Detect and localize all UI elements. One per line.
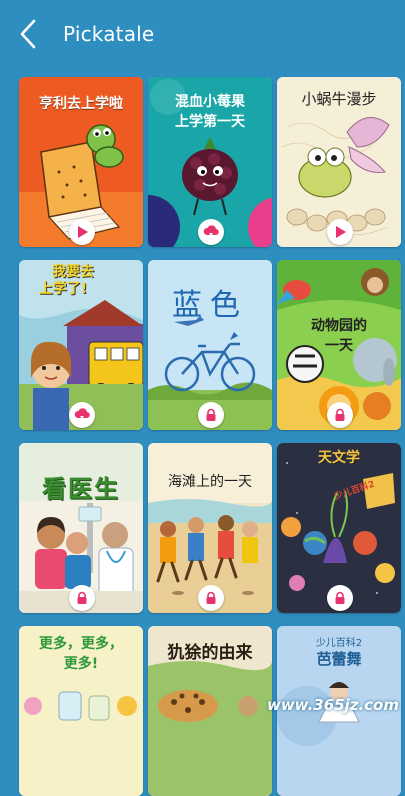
play-badge[interactable] [69,219,95,245]
book-title: 蓝色 [172,288,248,323]
play-icon [78,226,88,238]
watermark-text: www.365jz.com [266,696,399,714]
book-card[interactable]: 我要去 上学了! [19,260,143,430]
book-card[interactable]: 天文学 少儿百科2 [277,443,401,613]
book-title-line: 更多! [63,656,99,672]
book-title: 海滩上的一天 [168,474,252,490]
lock-icon [77,591,87,604]
book-subtitle: 少儿百科2 [315,638,363,649]
book-title: 犰狳的由来 [167,643,253,663]
book-card[interactable]: 看医生 [19,443,143,613]
book-card[interactable]: 海滩上的一天 [148,443,272,613]
book-title-line: 动物园的 [311,318,367,334]
lock-icon [206,408,216,421]
book-title: 更多，更多， 更多! [19,634,143,674]
book-card[interactable]: 更多，更多， 更多! [19,626,143,796]
book-title-line: 我要去 [52,264,94,280]
book-title: 看医生 [42,475,120,503]
play-badge[interactable] [327,219,353,245]
book-card[interactable]: 小蜗牛漫步 [277,77,401,247]
cloud-download-icon [203,225,219,236]
download-badge[interactable] [198,219,224,245]
lock-icon [335,591,345,604]
book-card[interactable]: 动物园的 一天 [277,260,401,430]
book-title: 天文学 [318,450,360,466]
book-title: 动物园的 一天 [277,316,401,356]
play-icon [336,226,346,238]
lock-badge[interactable] [327,585,353,611]
book-title-line: 一天 [325,338,353,354]
book-card[interactable]: 蓝色 [148,260,272,430]
book-title-line: 上学第一天 [175,114,245,130]
book-title: 我要去 上学了! [19,264,135,298]
lock-badge[interactable] [327,402,353,428]
book-title: 混血小莓果 上学第一天 [148,92,272,132]
book-title: 小蜗牛漫步 [301,90,377,108]
lock-badge[interactable] [69,585,95,611]
cloud-download-icon [74,408,90,419]
book-title-line: 上学了! [38,281,88,297]
book-card[interactable]: 亨利去上学啦 [19,77,143,247]
book-card[interactable]: 犰狳的由来 [148,626,272,796]
book-title-line: 混血小莓果 [175,94,245,110]
book-card[interactable]: 混血小莓果 上学第一天 [148,77,272,247]
book-grid: 亨利去上学啦 混血小莓果 上学第一天 小蜗牛漫步 我要去 上学了! 蓝色 动物园… [0,0,405,796]
book-title-line: 更多，更多， [39,636,123,652]
book-title: 亨利去上学啦 [39,96,123,112]
lock-badge[interactable] [198,585,224,611]
download-badge[interactable] [69,402,95,428]
lock-badge[interactable] [198,402,224,428]
lock-icon [206,591,216,604]
lock-icon [335,408,345,421]
book-title: 芭蕾舞 [316,650,362,668]
